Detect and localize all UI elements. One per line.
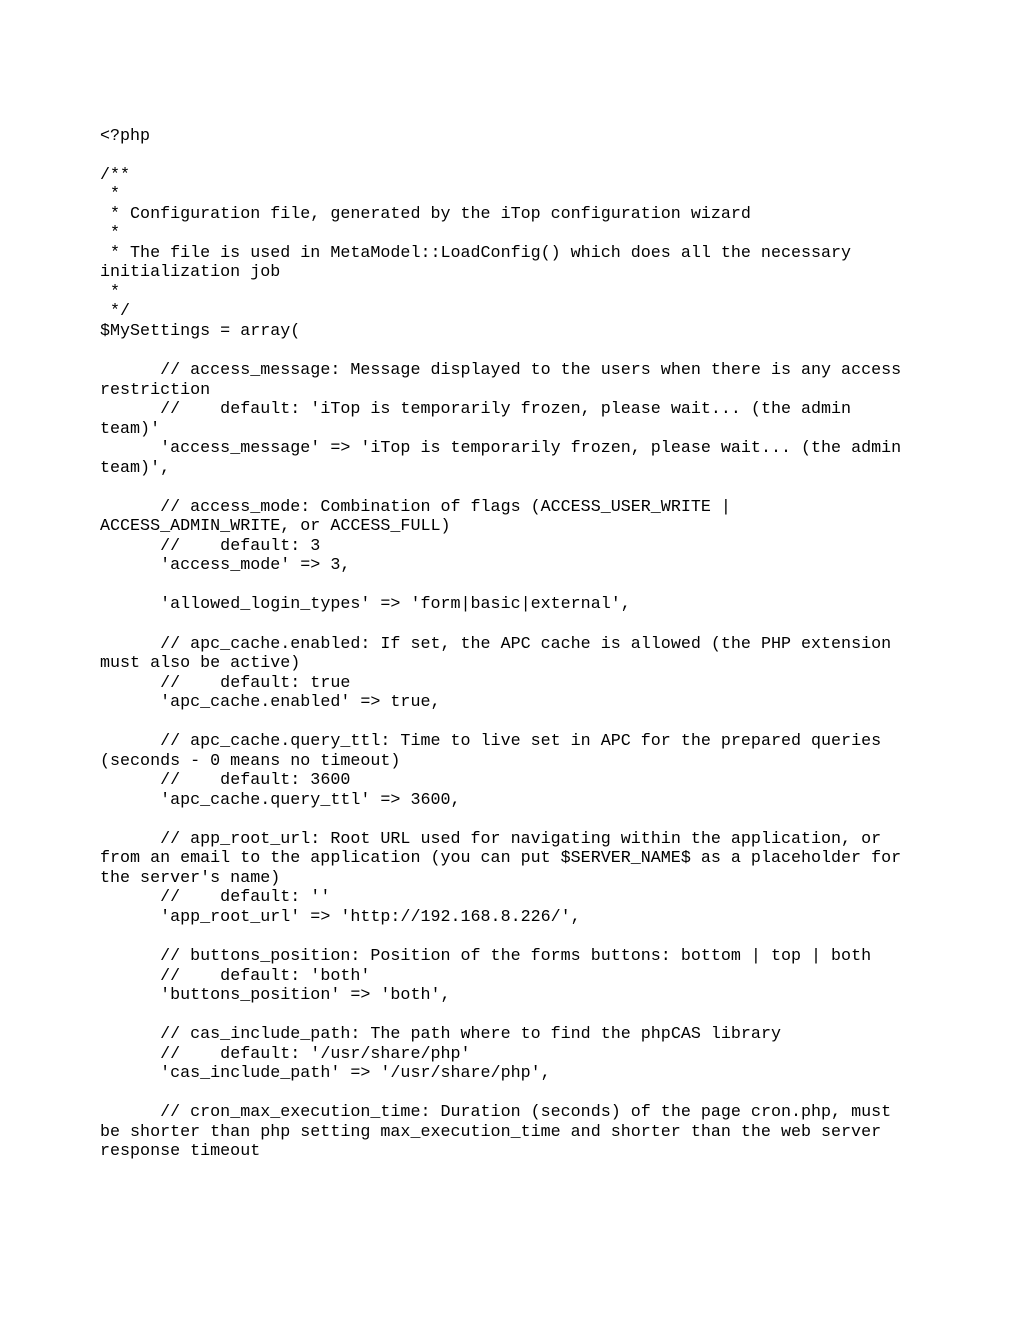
code-block: <?php /** * * Configuration file, genera… — [0, 17, 1020, 1222]
